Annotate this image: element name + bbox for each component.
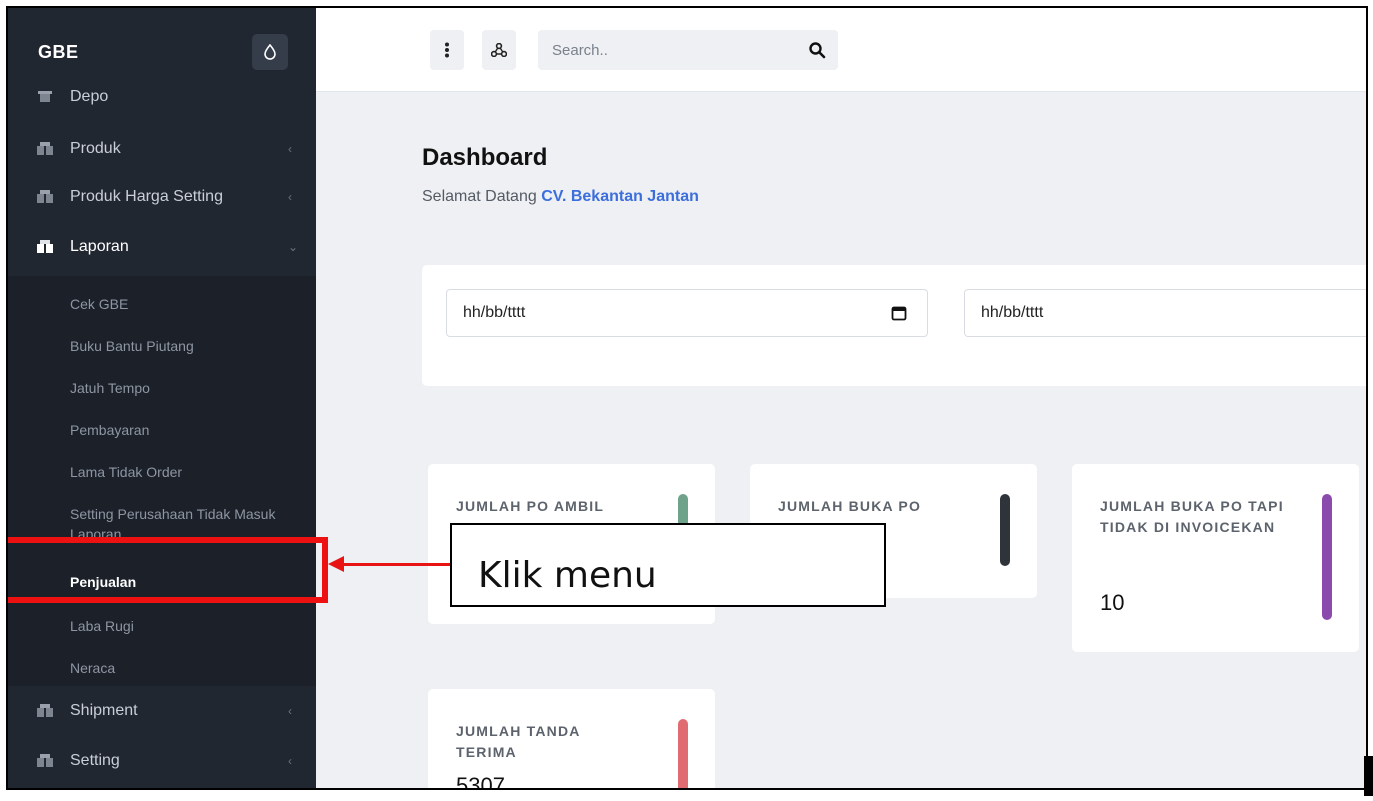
stat-label: JUMLAH PO AMBIL <box>456 498 605 514</box>
submenu-item-pembayaran[interactable]: Pembayaran <box>70 420 290 440</box>
sidebar-item-laporan[interactable]: Laporan ⌄ <box>8 224 316 270</box>
screenshot-frame: Depo GBE Produk ‹ Produk Harga Setting ‹… <box>6 6 1368 790</box>
stat-color-bar <box>678 719 688 788</box>
welcome-text: Selamat Datang CV. Bekantan Jantan <box>422 188 699 206</box>
boxes-icon <box>37 240 53 253</box>
submenu-item-cek-gbe[interactable]: Cek GBE <box>70 294 290 314</box>
search-box <box>538 30 838 70</box>
sidebar-item-produk-harga-setting[interactable]: Produk Harga Setting ‹ <box>8 174 316 220</box>
arrow-left-icon <box>328 556 344 572</box>
date-filter-card: hh/bb/tttt hh/bb/tttt <box>422 265 1366 386</box>
sidebar-item-produk[interactable]: Produk ‹ <box>8 126 316 172</box>
brand-header: GBE <box>8 8 316 88</box>
submenu-item-lama-tidak-order[interactable]: Lama Tidak Order <box>70 462 290 482</box>
boxes-icon <box>37 704 53 717</box>
boxes-icon <box>37 142 53 155</box>
search-icon[interactable] <box>808 41 826 59</box>
date-to-value: hh/bb/tttt <box>981 304 1044 321</box>
submenu-item-laba-rugi[interactable]: Laba Rugi <box>70 616 290 636</box>
chevron-left-icon: ‹ <box>288 704 292 718</box>
sidebar-item-label: Produk <box>70 140 121 157</box>
page-title: Dashboard <box>422 144 548 171</box>
date-from-value: hh/bb/tttt <box>463 304 526 321</box>
stat-value: 10 <box>1100 590 1125 615</box>
company-name: CV. Bekantan Jantan <box>541 188 699 205</box>
highlight-box <box>8 537 328 603</box>
submenu-item-buku-bantu-piutang[interactable]: Buku Bantu Piutang <box>70 336 290 356</box>
stat-card-tanda-terima: JUMLAH TANDA TERIMA 5307 <box>428 689 715 790</box>
more-menu-button[interactable] <box>430 30 464 70</box>
network-icon <box>491 43 507 57</box>
chevron-left-icon: ‹ <box>288 190 292 204</box>
edge-mark <box>1364 756 1373 796</box>
sidebar-item-label: Shipment <box>70 702 138 719</box>
stat-label: JUMLAH BUKA PO <box>778 498 922 514</box>
boxes-icon <box>37 190 53 203</box>
sidebar-item-shipment[interactable]: Shipment ‹ <box>8 688 316 734</box>
droplet-icon <box>264 44 276 60</box>
search-input[interactable] <box>538 30 798 70</box>
chevron-left-icon: ‹ <box>288 754 292 768</box>
stat-value: 5307 <box>456 773 505 790</box>
sidebar-item-label: Depo <box>70 88 109 105</box>
stat-card-buka-po-tidak-invoice: JUMLAH BUKA PO TAPI TIDAK DI INVOICEKAN … <box>1072 464 1359 652</box>
boxes-icon <box>37 754 53 767</box>
network-button[interactable] <box>482 30 516 70</box>
theme-toggle-button[interactable] <box>252 34 288 70</box>
date-from-input[interactable]: hh/bb/tttt <box>446 289 928 337</box>
calendar-icon[interactable] <box>891 305 907 321</box>
brand-name: GBE <box>38 42 79 62</box>
stat-label: JUMLAH TANDA TERIMA <box>456 723 581 760</box>
submenu-item-jatuh-tempo[interactable]: Jatuh Tempo <box>70 378 290 398</box>
sidebar-item-label: Setting <box>70 752 120 769</box>
laporan-submenu: Cek GBE Buku Bantu Piutang Jatuh Tempo P… <box>8 276 316 686</box>
welcome-prefix: Selamat Datang <box>422 188 537 205</box>
stat-color-bar <box>1000 494 1010 566</box>
submenu-item-neraca[interactable]: Neraca <box>70 658 290 678</box>
sidebar-item-label: Laporan <box>70 238 129 255</box>
chevron-left-icon: ‹ <box>288 142 292 156</box>
box-icon <box>38 91 52 102</box>
stat-label: JUMLAH BUKA PO TAPI TIDAK DI INVOICEKAN <box>1100 498 1284 535</box>
sidebar-item-label: Produk Harga Setting <box>70 188 223 205</box>
sidebar-item-setting[interactable]: Setting ‹ <box>8 738 316 784</box>
kebab-icon <box>445 42 449 58</box>
sidebar: Depo GBE Produk ‹ Produk Harga Setting ‹… <box>8 8 316 788</box>
chevron-down-icon: ⌄ <box>288 240 299 254</box>
date-to-input[interactable]: hh/bb/tttt <box>964 289 1366 337</box>
annotation-callout: Klik menu <box>450 523 886 607</box>
annotation-arrow-line <box>342 563 454 566</box>
top-bar <box>316 8 1366 92</box>
stat-color-bar <box>1322 494 1332 620</box>
callout-text: Klik menu <box>478 555 657 596</box>
